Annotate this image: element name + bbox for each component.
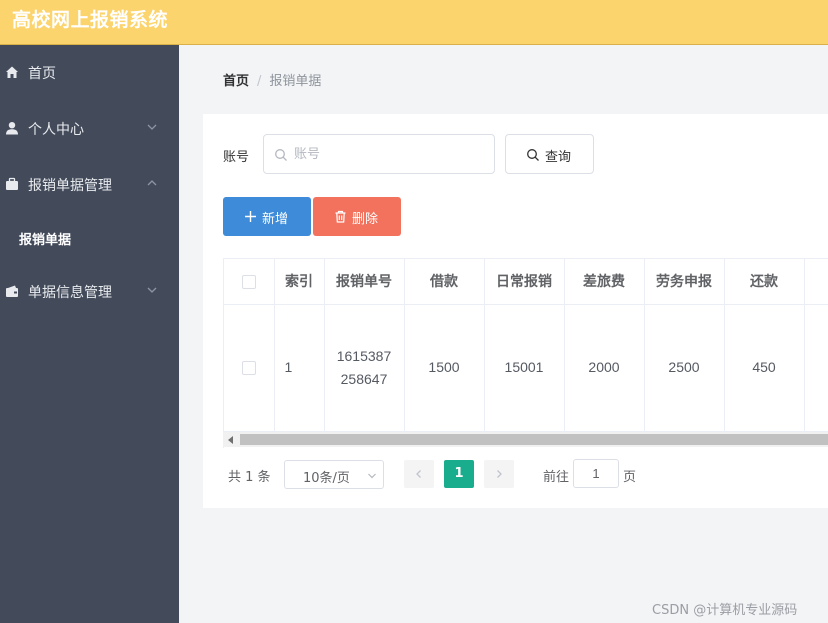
trash-icon — [335, 210, 346, 223]
horizontal-scrollbar[interactable] — [223, 432, 828, 447]
home-icon — [6, 66, 18, 78]
breadcrumb-separator: / — [257, 74, 262, 89]
goto-page-field[interactable] — [573, 459, 619, 488]
delete-button[interactable]: 删除 — [313, 197, 401, 236]
goto-suffix: 页 — [623, 470, 637, 485]
query-button-label: 查询 — [545, 150, 572, 165]
sidebar-item-expense-management[interactable]: 报销单据管理 — [0, 157, 179, 213]
delete-button-label: 删除 — [352, 212, 379, 227]
wallet-icon — [6, 285, 18, 297]
chevron-right-icon — [497, 470, 502, 478]
breadcrumb-current: 报销单据 — [269, 74, 322, 89]
sidebar: 首页 个人中心 报销单据管理 报销单据 单据信息管理 — [0, 45, 179, 623]
table-header-row: 索引 报销单号 借款 日常报销 差旅费 劳务申报 还款 其 — [224, 259, 828, 305]
account-search-field[interactable] — [263, 134, 495, 174]
page-size-select[interactable]: 10条/页 — [284, 460, 384, 489]
sidebar-item-receipt-info-management[interactable]: 单据信息管理 — [0, 264, 179, 320]
page-size-value: 10条/页 — [303, 471, 350, 486]
column-header: 还款 — [724, 259, 805, 305]
chevron-down-icon — [147, 287, 157, 293]
table-cell: 450 — [724, 304, 805, 432]
select-all-checkbox[interactable] — [241, 275, 256, 290]
row-checkbox[interactable] — [241, 361, 256, 376]
column-header: 借款 — [404, 259, 485, 305]
add-button-label: 新增 — [262, 212, 289, 227]
total-count: 共 1 条 — [228, 470, 271, 485]
table-cell: 15001 — [484, 304, 565, 432]
chevron-left-icon — [416, 470, 421, 478]
column-header: 日常报销 — [484, 259, 565, 305]
user-icon — [6, 122, 18, 135]
chevron-up-icon — [147, 180, 157, 186]
page-number-current[interactable]: 1 — [444, 460, 474, 488]
column-header: 劳务申报 — [644, 259, 725, 305]
sidebar-subitem-expense-receipts[interactable]: 报销单据 — [0, 213, 179, 263]
add-button[interactable]: 新增 — [223, 197, 311, 236]
goto-label: 前往 — [543, 470, 570, 485]
sidebar-item-personal-center[interactable]: 个人中心 — [0, 101, 179, 157]
query-button[interactable]: 查询 — [505, 134, 594, 174]
table-cell-receipt-no: 1615387258647 — [324, 304, 405, 432]
table-cell-index: 1 — [274, 304, 325, 432]
scroll-left-icon[interactable] — [228, 436, 233, 444]
sidebar-item-label: 个人中心 — [28, 122, 84, 138]
watermark: CSDN @计算机专业源码 — [652, 603, 798, 618]
chevron-down-icon — [147, 124, 157, 130]
next-page-button[interactable] — [484, 460, 514, 488]
plus-icon — [245, 211, 256, 222]
scrollbar-thumb[interactable] — [240, 434, 828, 445]
select-all-header — [224, 259, 275, 305]
chevron-down-icon — [368, 473, 376, 479]
search-icon — [527, 149, 539, 161]
column-header: 其 — [804, 259, 828, 305]
sidebar-item-label: 单据信息管理 — [28, 285, 112, 301]
breadcrumb-home[interactable]: 首页 — [223, 74, 249, 89]
column-header: 报销单号 — [324, 259, 405, 305]
account-search-input[interactable] — [294, 144, 484, 164]
goto-page-input[interactable] — [574, 460, 618, 487]
table-cell — [804, 304, 828, 432]
sidebar-item-label: 报销单据管理 — [28, 178, 112, 194]
breadcrumb: 首页 / 报销单据 — [223, 70, 321, 89]
table-row[interactable]: 1 1615387258647 1500 15001 2000 2500 450 — [224, 304, 828, 432]
column-header: 索引 — [274, 259, 325, 305]
sidebar-subitem-label: 报销单据 — [19, 233, 72, 248]
app-title: 高校网上报销系统 — [12, 9, 169, 31]
account-label: 账号 — [223, 150, 250, 165]
table-cell: 1500 — [404, 304, 485, 432]
expense-table: 索引 报销单号 借款 日常报销 差旅费 劳务申报 还款 其 1 16153872… — [223, 258, 828, 448]
sidebar-item-label: 首页 — [28, 66, 56, 82]
top-bar: 高校网上报销系统 — [0, 0, 828, 45]
prev-page-button[interactable] — [404, 460, 434, 488]
receipt-no-text: 1615387258647 — [336, 347, 392, 387]
sidebar-item-home[interactable]: 首页 — [0, 45, 179, 101]
search-icon — [275, 149, 287, 161]
row-select-cell — [224, 304, 275, 432]
table-cell: 2000 — [564, 304, 645, 432]
briefcase-icon — [6, 177, 18, 190]
column-header: 差旅费 — [564, 259, 645, 305]
table-cell: 2500 — [644, 304, 725, 432]
